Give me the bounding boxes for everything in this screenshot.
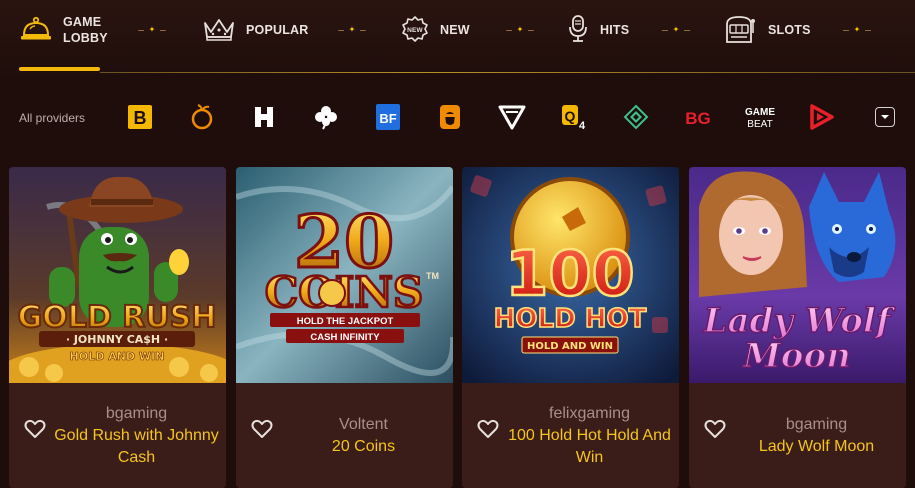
game-title[interactable]: 100 Hold Hot Hold And Win [506,425,673,469]
bgaming-logo[interactable]: B [125,102,155,132]
nav-separator: ✦ [506,26,534,34]
nav-separator: ✦ [338,26,366,34]
nav-item-new[interactable]: NEW NEW [400,14,470,46]
diamond-logo[interactable] [621,102,651,132]
game-info: felixgaming 100 Hold Hot Hold And Win [462,383,679,488]
chevron-down-icon [880,108,890,126]
nav-item-game-lobby[interactable]: GAME LOBBY [19,14,108,46]
nav-label: SLOTS [768,23,811,37]
game-info: Voltent 20 Coins [236,383,453,488]
svg-text:Moon: Moon [742,336,851,376]
nav-label: HITS [600,23,630,37]
peach-logo[interactable] [187,102,217,132]
svg-text:TM: TM [426,271,439,281]
svg-text:HOLD AND WIN: HOLD AND WIN [527,341,613,352]
microphone-icon [566,14,590,47]
nav-label: GAME LOBBY [63,15,108,45]
bf-logo[interactable]: BF [373,102,403,132]
game-provider: Voltent [339,415,388,433]
bg-logo[interactable]: BG [683,102,713,132]
svg-text:HOLD THE JACKPOT: HOLD THE JACKPOT [297,316,394,327]
game-card[interactable]: 100 HOLD HOT HOLD AND WIN felixgaming 10… [462,167,679,488]
top-navigation: GAME LOBBY ✦ POPULAR ✦ NEW NEW ✦ HITS ✦ … [0,0,915,74]
svg-text:4: 4 [579,120,586,131]
svg-text:Q: Q [565,108,576,124]
heart-icon[interactable] [704,419,726,439]
game-card[interactable]: GOLD RUSH · JOHNNY CA$H · HOLD AND WIN b… [9,167,226,488]
svg-text:HOLD AND WIN: HOLD AND WIN [70,350,165,363]
game-provider: bgaming [105,404,168,422]
game-info: bgaming Lady Wolf Moon [689,383,906,488]
nav-separator: ✦ [138,26,166,34]
game-card[interactable]: Lady Wolf Moon bgaming Lady Wolf Moon [689,167,906,488]
svg-text:BF: BF [379,111,396,126]
nav-label: POPULAR [246,23,309,37]
h-logo[interactable] [249,102,279,132]
play-logo[interactable] [807,102,837,132]
crown-icon [202,15,236,46]
svg-text:GAME: GAME [745,107,775,118]
nav-label: NEW [440,23,470,37]
q4-logo[interactable]: Q4 [559,102,589,132]
svg-text:Lady Wolf: Lady Wolf [703,301,896,341]
clover-logo[interactable] [311,102,341,132]
nav-item-hits[interactable]: HITS [566,14,629,46]
bell-icon [19,15,53,46]
slot-machine-icon [724,14,758,47]
new-badge-icon: NEW [400,15,430,46]
all-providers-link[interactable]: All providers [19,111,85,125]
game-card[interactable]: 20 COINS TM HOLD THE JACKPOT CASH INFINI… [236,167,453,488]
active-tab-indicator [19,67,100,71]
gamebeat-logo[interactable]: GAME BEAT [745,102,775,132]
game-title[interactable]: Lady Wolf Moon [759,436,874,458]
svg-text:BEAT: BEAT [747,119,772,130]
svg-text:· JOHNNY CA$H ·: · JOHNNY CA$H · [66,333,168,346]
svg-text:CASH INFINITY: CASH INFINITY [310,332,380,343]
nav-divider [100,72,915,73]
heart-icon[interactable] [251,419,273,439]
nav-separator: ✦ [662,26,690,34]
svg-text:100: 100 [505,237,634,310]
nav-item-slots[interactable]: SLOTS [724,14,811,46]
svg-text:B: B [134,108,147,128]
acorn-logo[interactable] [435,102,465,132]
game-provider: felixgaming [549,404,630,422]
game-info: bgaming Gold Rush with Johnny Cash [9,383,226,488]
v-logo[interactable] [497,102,527,132]
nav-item-popular[interactable]: POPULAR [202,14,309,46]
heart-icon[interactable] [477,419,499,439]
svg-text:GOLD RUSH: GOLD RUSH [18,300,217,335]
svg-text:HOLD HOT: HOLD HOT [494,304,647,334]
heart-icon[interactable] [24,419,46,439]
game-title[interactable]: Gold Rush with Johnny Cash [53,425,220,469]
svg-text:BG: BG [685,109,711,128]
nav-separator: ✦ [843,26,871,34]
game-thumbnail[interactable]: 100 HOLD HOT HOLD AND WIN [462,167,679,383]
svg-text:NEW: NEW [407,27,423,34]
providers-bar: All providers B BF Q4 BG GAME BEAT [0,96,915,140]
game-thumbnail[interactable]: GOLD RUSH · JOHNNY CA$H · HOLD AND WIN [9,167,226,383]
game-thumbnail[interactable]: 20 COINS TM HOLD THE JACKPOT CASH INFINI… [236,167,453,383]
game-thumbnail[interactable]: Lady Wolf Moon [689,167,906,383]
game-title[interactable]: 20 Coins [332,436,395,458]
providers-expand-button[interactable] [875,107,895,127]
game-provider: bgaming [785,415,848,433]
